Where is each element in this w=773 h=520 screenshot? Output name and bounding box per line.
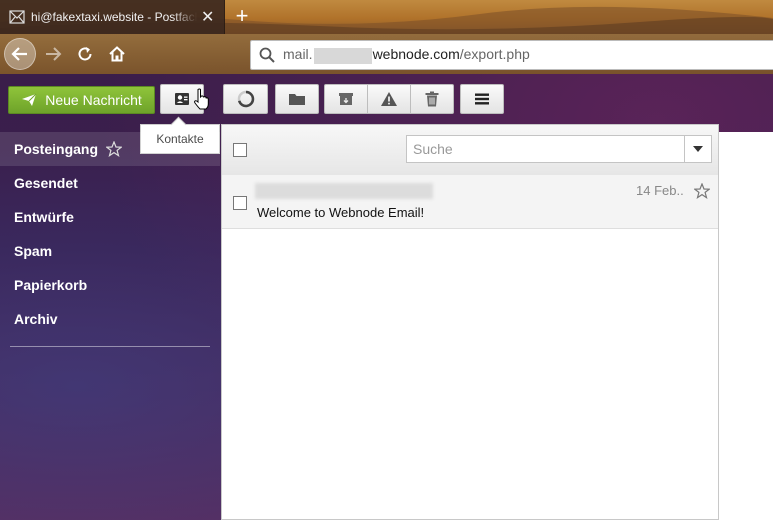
url-redacted-segment [313,47,372,64]
envelope-icon [9,9,25,25]
contact-card-icon [175,93,189,105]
star-icon[interactable] [693,182,711,202]
move-to-folder-button[interactable] [275,84,319,114]
url-prefix: mail. [283,46,313,63]
search-input[interactable] [407,136,684,162]
send-icon [21,93,37,107]
chevron-down-icon [693,146,703,152]
folder-inbox[interactable]: Posteingang [0,132,220,166]
home-button[interactable] [102,39,132,69]
message-list-header [222,125,718,176]
forward-button[interactable] [38,39,68,69]
url-path: /export.php [459,46,530,63]
search-icon [259,47,275,63]
mark-spam-button[interactable] [367,84,411,114]
archive-button[interactable] [324,84,368,114]
compose-button[interactable]: Neue Nachricht [8,86,155,114]
message-sender-redacted [255,183,433,199]
warning-icon [381,92,397,106]
archive-icon [339,93,353,105]
url-text: mail. webnode.com/export.php [283,46,530,64]
browser-nav-bar: mail. webnode.com/export.php [0,34,773,74]
folder-spam[interactable]: Spam [0,234,220,268]
close-tab-icon[interactable]: ✕ [201,7,214,27]
back-button[interactable] [4,38,36,70]
star-icon[interactable] [106,141,123,157]
url-domain: webnode.com [372,46,460,63]
folder-drafts[interactable]: Entwürfe [0,200,220,234]
folder-label: Entwürfe [14,209,74,225]
reload-button[interactable] [70,39,100,69]
spinner-icon [237,90,254,108]
folder-label: Archiv [14,311,58,327]
compose-label: Neue Nachricht [45,92,142,108]
folder-sidebar: Posteingang Gesendet Entwürfe Spam Papie… [0,132,220,336]
folder-sent[interactable]: Gesendet [0,166,220,200]
hand-cursor-icon [193,88,209,113]
more-menu-button[interactable] [460,84,504,114]
refresh-button[interactable] [223,84,268,114]
reading-pane [719,132,773,520]
arrow-left-icon [11,47,27,61]
search-options-button[interactable] [684,136,711,162]
delete-button[interactable] [410,84,454,114]
trash-icon [425,91,439,107]
sidebar-divider [10,346,210,347]
address-bar[interactable]: mail. webnode.com/export.php [250,40,773,70]
hamburger-icon [475,93,489,105]
new-tab-icon[interactable]: + [229,4,255,30]
search-box [406,135,712,163]
tab-title: hi@fakextaxi.website - Postfach [31,10,197,24]
folder-label: Spam [14,243,53,259]
arrow-right-icon [46,47,62,61]
folder-trash[interactable]: Papierkorb [0,268,220,302]
message-list-panel: Welcome to Webnode Email! 14 Feb.. [221,124,719,520]
webmail-app: Neue Nachricht Kontakte Posteingang Gese… [0,74,773,520]
folder-label: Papierkorb [14,277,88,293]
browser-tab[interactable]: hi@fakextaxi.website - Postfach ✕ [0,0,225,34]
folder-label: Gesendet [14,175,78,191]
message-date: 14 Feb.. [636,183,684,198]
message-checkbox[interactable] [233,196,247,210]
folder-archive[interactable]: Archiv [0,302,220,336]
home-icon [109,46,125,62]
message-subject: Welcome to Webnode Email! [257,205,425,220]
reload-icon [78,47,92,61]
folder-icon [289,94,305,105]
message-row[interactable]: Welcome to Webnode Email! 14 Feb.. [222,175,718,229]
browser-tab-bar: hi@fakextaxi.website - Postfach ✕ + [0,0,773,34]
folder-label: Posteingang [14,141,99,157]
select-all-checkbox[interactable] [233,143,247,157]
